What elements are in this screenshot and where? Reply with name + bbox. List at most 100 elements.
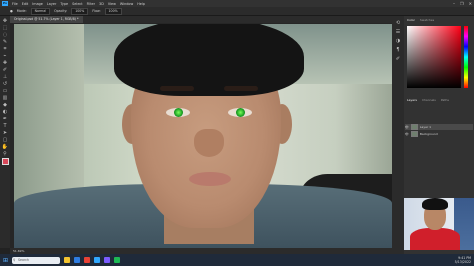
mode-label: Mode:	[16, 9, 27, 13]
window-controls: – ❐ ✕	[453, 0, 472, 7]
menu-bar: Ps File Edit Image Layer Type Select Fil…	[0, 0, 474, 7]
history-panel-icon[interactable]: ⟲	[395, 20, 402, 26]
healing-tool-icon[interactable]: ✚	[2, 60, 9, 66]
mode-select[interactable]: Normal	[30, 7, 51, 15]
webcam-overlay	[404, 198, 474, 250]
brush-settings-icon[interactable]: ✐	[395, 56, 402, 62]
file-explorer-icon[interactable]	[64, 257, 71, 263]
zoom-tool-icon[interactable]: ⚲	[2, 151, 9, 157]
menu-edit[interactable]: Edit	[22, 2, 29, 6]
hand-tool-icon[interactable]: ✋	[2, 144, 9, 150]
search-icon: ⚲	[13, 257, 16, 262]
menu-view[interactable]: View	[108, 2, 116, 6]
foreground-color-swatch[interactable]	[1, 158, 9, 165]
lips	[189, 172, 231, 186]
left-eye	[166, 108, 190, 117]
brush-preset-icon[interactable]: ●	[10, 9, 13, 13]
app-taskbar-icon[interactable]	[104, 257, 111, 263]
clock-date: 5/13/2022	[454, 260, 471, 264]
opacity-field[interactable]: 100%	[71, 7, 89, 15]
menu-3d[interactable]: 3D	[99, 2, 104, 6]
menu-layer[interactable]: Layer	[47, 2, 56, 6]
flow-label: Flow:	[92, 9, 101, 13]
panel-icon-strip: ⟲ ☰ ◑ ¶ ✐	[392, 16, 404, 254]
edge-browser-icon[interactable]	[74, 257, 81, 263]
photo-canvas[interactable]	[14, 24, 392, 248]
layer-row[interactable]: 👁 Layer 1	[405, 124, 473, 130]
menu-window[interactable]: Window	[120, 2, 133, 6]
marquee-tool-icon[interactable]: ⬚	[2, 25, 9, 31]
stamp-tool-icon[interactable]: ⊥	[2, 74, 9, 80]
history-brush-tool-icon[interactable]: ↺	[2, 81, 9, 87]
tools-panel: ✥ ⬚ ◌ ✎ ⌗ ⌁ ✚ ✐ ⊥ ↺ ▭ ▥ ◆ ◐ ✒ T ➤ ▢ ✋ ⚲	[0, 16, 10, 248]
layer-row[interactable]: 👁 Background	[405, 131, 473, 137]
nose	[194, 129, 224, 157]
menu-image[interactable]: Image	[32, 2, 43, 6]
color-picker-field[interactable]	[407, 26, 461, 88]
layer-thumbnail	[410, 131, 418, 137]
properties-panel-icon[interactable]: ☰	[395, 29, 402, 35]
right-eyebrow	[224, 86, 258, 91]
app-taskbar-icon[interactable]	[114, 257, 121, 263]
dodge-tool-icon[interactable]: ◐	[2, 109, 9, 115]
close-button[interactable]: ✕	[469, 1, 472, 6]
opacity-label: Opacity:	[54, 9, 68, 13]
blur-tool-icon[interactable]: ◆	[2, 102, 9, 108]
move-tool-icon[interactable]: ✥	[2, 18, 9, 24]
visibility-eye-icon[interactable]: 👁	[405, 124, 409, 130]
layer-name: Layer 1	[419, 125, 432, 129]
left-eyebrow	[160, 86, 194, 91]
right-iris-green	[235, 108, 245, 117]
eraser-tool-icon[interactable]: ▭	[2, 88, 9, 94]
webcam-person-hair	[422, 198, 448, 210]
pen-tool-icon[interactable]: ✒	[2, 116, 9, 122]
webcam-person-shirt	[410, 228, 460, 250]
tab-paths[interactable]: Paths	[441, 98, 449, 102]
document-tabs: Original.psd @ 51.7% (Layer 1, RGB/8) *	[10, 16, 392, 23]
flow-field[interactable]: 100%	[104, 7, 122, 15]
menu-help[interactable]: Help	[137, 2, 145, 6]
layer-thumbnail	[410, 124, 418, 130]
gradient-tool-icon[interactable]: ▥	[2, 95, 9, 101]
document-tab[interactable]: Original.psd @ 51.7% (Layer 1, RGB/8) *	[10, 16, 83, 23]
app-logo: Ps	[2, 1, 8, 6]
menu-filter[interactable]: Filter	[87, 2, 95, 6]
tab-channels[interactable]: Channels	[422, 98, 436, 102]
layers-panel-tabs: Layers Channels Paths	[404, 96, 474, 104]
photoshop-taskbar-icon[interactable]	[94, 257, 101, 263]
chrome-browser-icon[interactable]	[84, 257, 91, 263]
adjustments-panel-icon[interactable]: ◑	[395, 38, 402, 44]
tab-layers[interactable]: Layers	[407, 98, 417, 102]
lasso-tool-icon[interactable]: ◌	[2, 32, 9, 38]
search-placeholder: Search	[18, 257, 29, 262]
hair	[114, 24, 304, 96]
layer-name: Background	[419, 132, 438, 136]
system-clock[interactable]: 9:41 PM 5/13/2022	[455, 256, 471, 264]
options-bar: ● Mode: Normal Opacity: 100% Flow: 100%	[0, 7, 474, 16]
taskbar-search-input[interactable]: ⚲ Search	[12, 256, 61, 264]
windows-start-icon[interactable]: ⊞	[3, 257, 8, 264]
maximize-button[interactable]: ❐	[460, 1, 464, 6]
eyedropper-tool-icon[interactable]: ⌁	[2, 53, 9, 59]
zoom-readout[interactable]: 51.69%	[13, 249, 24, 253]
left-iris-green	[173, 108, 183, 117]
hue-slider[interactable]	[464, 26, 468, 88]
paragraph-panel-icon[interactable]: ¶	[395, 47, 402, 53]
menu-select[interactable]: Select	[72, 2, 82, 6]
right-eye	[228, 108, 252, 117]
canvas-area[interactable]	[10, 23, 392, 248]
color-panel-tabs: Color Swatches	[404, 16, 474, 24]
shape-tool-icon[interactable]: ▢	[2, 137, 9, 143]
crop-tool-icon[interactable]: ⌗	[2, 46, 9, 52]
path-select-tool-icon[interactable]: ➤	[2, 130, 9, 136]
tab-swatches[interactable]: Swatches	[420, 18, 434, 22]
type-tool-icon[interactable]: T	[2, 123, 9, 129]
visibility-eye-icon[interactable]: 👁	[405, 131, 409, 137]
brush-tool-icon[interactable]: ✐	[2, 67, 9, 73]
menu-type[interactable]: Type	[60, 2, 68, 6]
tab-color[interactable]: Color	[407, 18, 415, 22]
minimize-button[interactable]: –	[453, 1, 455, 6]
menu-file[interactable]: File	[12, 2, 18, 6]
quick-select-tool-icon[interactable]: ✎	[2, 39, 9, 45]
taskbar: ⊞ ⚲ Search 9:41 PM 5/13/2022	[0, 254, 474, 266]
